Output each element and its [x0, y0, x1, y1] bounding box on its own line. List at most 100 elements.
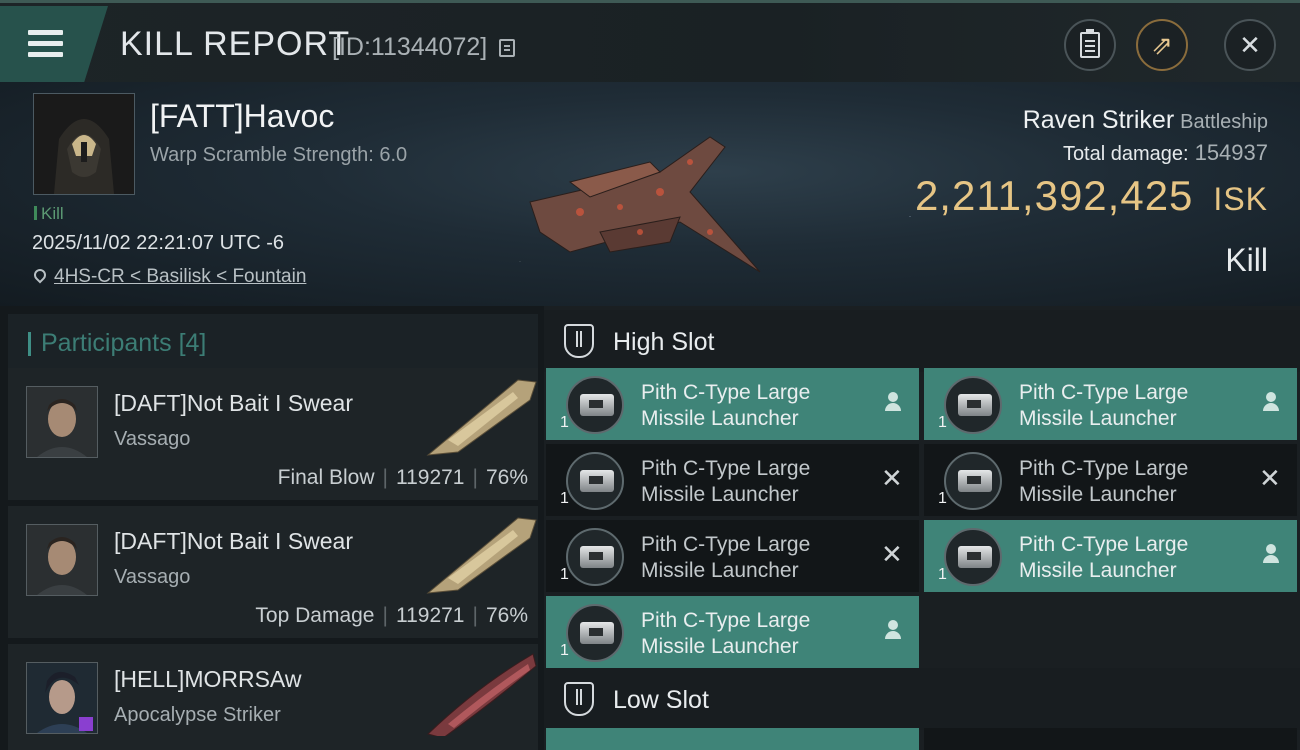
module-name-line2: Missile Launcher — [641, 483, 799, 506]
module-name-line1: Pith C-Type Large — [641, 381, 811, 404]
module-item[interactable] — [546, 728, 919, 750]
close-icon: ✕ — [1239, 29, 1261, 60]
module-quantity: 1 — [938, 566, 947, 583]
module-quantity: 1 — [938, 490, 947, 507]
missile-launcher-icon — [944, 528, 1002, 586]
participant-stats: Final Blow | 119271 | 76% — [277, 466, 528, 489]
victim-summary: [FATT]Havoc Warp Scramble Strength: 6.0 … — [0, 82, 1300, 306]
participant-role: Top Damage — [255, 604, 375, 627]
victim-ship-image — [529, 136, 761, 273]
copy-icon[interactable] — [499, 39, 515, 57]
module-name-line2: Missile Launcher — [1019, 483, 1177, 506]
missile-launcher-icon — [566, 452, 624, 510]
participants-panel: Participants [4] [DAFT]Not Bait I Swear … — [0, 306, 544, 750]
participant-name: [DAFT]Not Bait I Swear — [114, 528, 354, 554]
module-name-line2: Missile Launcher — [641, 635, 799, 658]
module-item[interactable]: 1 Pith C-Type Large Missile Launcher ✕ — [546, 520, 919, 592]
high-slot-label: High Slot — [613, 328, 715, 356]
avatar[interactable] — [26, 662, 98, 734]
clipboard-icon — [1080, 29, 1100, 58]
isk-unit: ISK — [1213, 181, 1268, 217]
participants-count: [4] — [178, 329, 207, 357]
location-pin-icon — [31, 266, 49, 284]
participants-label: Participants — [41, 329, 172, 357]
low-slot-header: Low Slot — [544, 668, 1300, 730]
module-quantity: 1 — [560, 566, 569, 583]
module-quantity: 1 — [938, 414, 947, 431]
result-label: Kill — [1225, 242, 1268, 278]
total-damage-label: Total damage: — [1062, 143, 1189, 165]
high-slot-header: High Slot — [544, 310, 1300, 372]
missile-launcher-icon — [944, 376, 1002, 434]
destroyed-icon: ✕ — [881, 463, 903, 493]
module-item[interactable]: 1 Pith C-Type Large Missile Launcher — [546, 368, 919, 440]
participant-damage: 119271 — [395, 604, 465, 627]
low-slot-icon — [564, 682, 594, 716]
module-name-line1: Pith C-Type Large — [1019, 457, 1189, 480]
module-name-line1: Pith C-Type Large — [1019, 381, 1189, 404]
hamburger-icon — [28, 30, 63, 58]
module-name-line2: Missile Launcher — [641, 407, 799, 430]
menu-button[interactable] — [0, 6, 108, 82]
location-text: 4HS-CR < Basilisk < Fountain — [54, 266, 307, 287]
module-name-line2: Missile Launcher — [641, 559, 799, 582]
high-slot-icon — [564, 324, 594, 358]
participant-role: Final Blow — [277, 466, 375, 489]
participants-header: Participants [4] — [8, 314, 538, 370]
module-item[interactable]: 1 Pith C-Type Large Missile Launcher ✕ — [924, 444, 1297, 516]
destroyed-icon: ✕ — [1259, 463, 1281, 493]
modules-panel: High Slot 1 Pith C-Type Large Missile Lau… — [544, 306, 1300, 750]
participant-ship-image — [427, 653, 537, 736]
module-name-line1: Pith C-Type Large — [641, 609, 811, 632]
missile-launcher-icon — [944, 452, 1002, 510]
dropped-icon — [881, 618, 905, 642]
participant-card[interactable]: [DAFT]Not Bait I Swear Vassago Top Damag… — [8, 506, 538, 638]
kill-tag: Kill — [34, 204, 64, 224]
participant-ship: Vassago — [114, 428, 191, 450]
participant-percent: 76% — [485, 466, 528, 489]
module-name-line2: Missile Launcher — [1019, 407, 1177, 430]
location-link[interactable]: 4HS-CR < Basilisk < Fountain — [31, 266, 307, 288]
participant-card[interactable]: [DAFT]Not Bait I Swear Vassago Final Blo… — [8, 368, 538, 500]
missile-launcher-icon — [566, 376, 624, 434]
dropped-icon — [1259, 542, 1283, 566]
participant-stats: Top Damage | 119271 | 76% — [255, 604, 528, 627]
close-button[interactable]: ✕ — [1224, 19, 1276, 71]
module-item[interactable]: 1 Pith C-Type Large Missile Launcher — [924, 520, 1297, 592]
share-button[interactable]: ⇗ — [1136, 19, 1188, 71]
avatar[interactable] — [26, 386, 98, 458]
victim-name[interactable]: [FATT]Havoc — [150, 98, 334, 135]
module-name-line1: Pith C-Type Large — [1019, 533, 1189, 556]
participant-ship: Vassago — [114, 566, 191, 588]
avatar[interactable] — [26, 524, 98, 596]
warp-scramble-strength: Warp Scramble Strength: 6.0 — [150, 144, 408, 166]
report-id: [ID:11344072] — [332, 33, 488, 61]
participant-card[interactable]: [HELL]MORRSAw Apocalypse Striker — [8, 644, 538, 750]
module-item[interactable] — [924, 728, 1297, 750]
share-icon: ⇗ — [1151, 29, 1173, 60]
total-damage: Total damage: 154937 — [1063, 140, 1268, 166]
participant-name: [HELL]MORRSAw — [114, 666, 302, 692]
top-bar: KILL REPORT [ID:11344072] ⇗ ✕ — [0, 0, 1300, 82]
dropped-icon — [1259, 390, 1283, 414]
clipboard-button[interactable] — [1064, 19, 1116, 71]
ship-class: Battleship — [1180, 111, 1268, 133]
victim-avatar[interactable] — [33, 93, 135, 195]
low-slot-label: Low Slot — [613, 686, 709, 714]
module-item[interactable]: 1 Pith C-Type Large Missile Launcher — [546, 596, 919, 668]
participant-ship-image — [426, 517, 537, 594]
timestamp: 2025/11/02 22:21:07 UTC -6 — [32, 232, 285, 254]
participant-damage: 119271 — [395, 466, 465, 489]
module-name-line1: Pith C-Type Large — [641, 533, 811, 556]
participant-name: [DAFT]Not Bait I Swear — [114, 390, 354, 416]
missile-launcher-icon — [566, 604, 624, 662]
module-name-line1: Pith C-Type Large — [641, 457, 811, 480]
module-quantity: 1 — [560, 642, 569, 659]
destroyed-icon: ✕ — [881, 539, 903, 569]
participant-ship-image — [426, 379, 537, 456]
isk-amount: 2,211,392,425 — [914, 172, 1194, 219]
module-item[interactable]: 1 Pith C-Type Large Missile Launcher ✕ — [546, 444, 919, 516]
module-item[interactable]: 1 Pith C-Type Large Missile Launcher — [924, 368, 1297, 440]
ship-name[interactable]: Raven Striker Battleship — [1023, 106, 1268, 135]
missile-launcher-icon — [566, 528, 624, 586]
